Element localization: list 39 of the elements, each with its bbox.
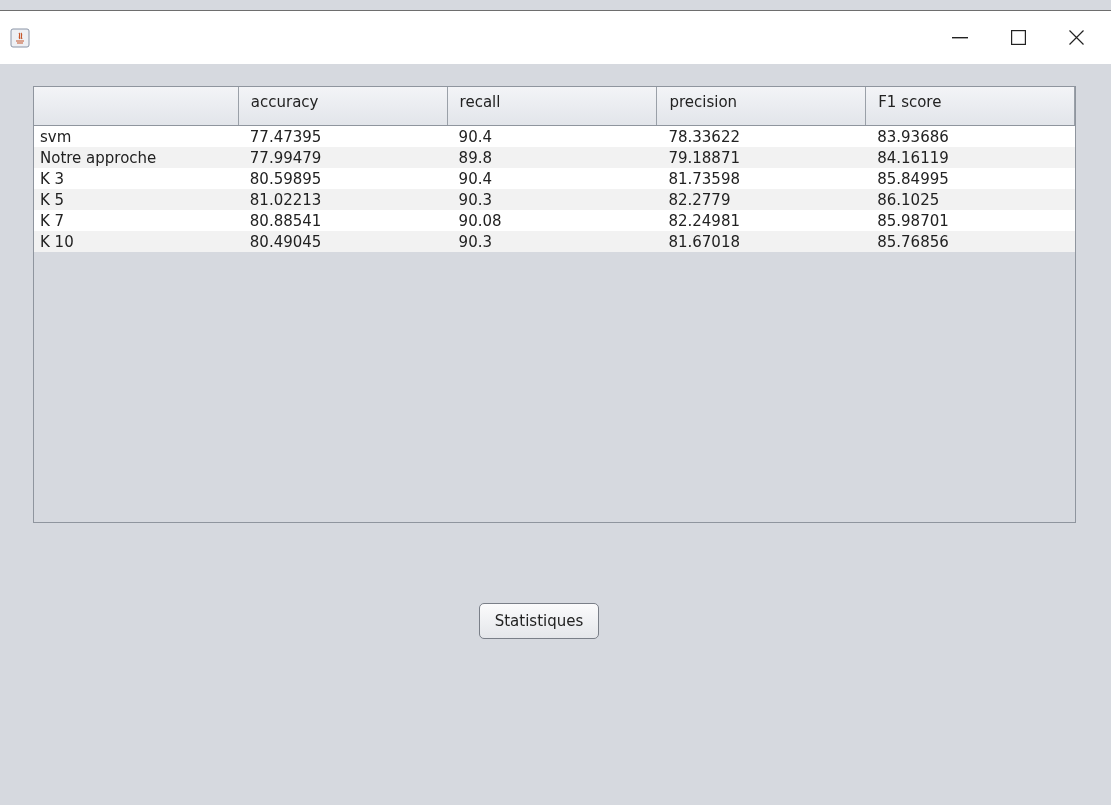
table-cell: K 7	[40, 212, 65, 230]
column-header[interactable]: recall	[459, 93, 501, 111]
table-cell: K 5	[40, 191, 65, 209]
statistics-button[interactable]: Statistiques	[478, 603, 600, 639]
table-cell: 82.2779	[668, 191, 731, 209]
table-cell: 77.47395	[249, 128, 322, 146]
column-header[interactable]: accuracy	[250, 93, 319, 111]
table-cell: 81.02213	[249, 191, 322, 209]
table-cell: 85.76856	[877, 233, 949, 251]
table-cell: 90.4	[458, 128, 492, 146]
table-cell: 78.33622	[668, 128, 740, 146]
table-cell: 90.3	[458, 191, 492, 209]
table-cell: svm	[40, 128, 72, 146]
table-cell: 90.3	[458, 233, 492, 251]
table-cell: 79.18871	[668, 149, 740, 167]
minimize-icon[interactable]	[952, 36, 968, 39]
column-header[interactable]: precision	[669, 93, 738, 111]
table-cell: 85.98701	[877, 212, 949, 230]
table-cell: 82.24981	[668, 212, 740, 230]
table-cell: 83.93686	[877, 128, 949, 146]
table-cell: K 10	[40, 233, 74, 251]
table-cell: 85.84995	[877, 170, 949, 188]
table-cell: K 3	[40, 170, 65, 188]
column-header[interactable]: F1 score	[878, 93, 942, 111]
table-cell: 84.16119	[877, 149, 949, 167]
table-cell: 80.49045	[249, 233, 322, 251]
table-cell: 77.99479	[249, 149, 322, 167]
table-cell: 81.67018	[668, 233, 740, 251]
table-cell: 89.8	[458, 149, 492, 167]
table-cell: 86.1025	[877, 191, 940, 209]
table-cell: 90.4	[458, 170, 492, 188]
table-cell: 90.08	[458, 212, 502, 230]
close-icon[interactable]	[1068, 30, 1084, 45]
app-icon	[10, 27, 30, 48]
table-cell: Notre approche	[40, 149, 157, 167]
maximize-icon[interactable]	[1010, 30, 1026, 45]
table-cell: 81.73598	[668, 170, 740, 188]
table-cell: 80.88541	[249, 212, 322, 230]
table-cell: 80.59895	[249, 170, 322, 188]
